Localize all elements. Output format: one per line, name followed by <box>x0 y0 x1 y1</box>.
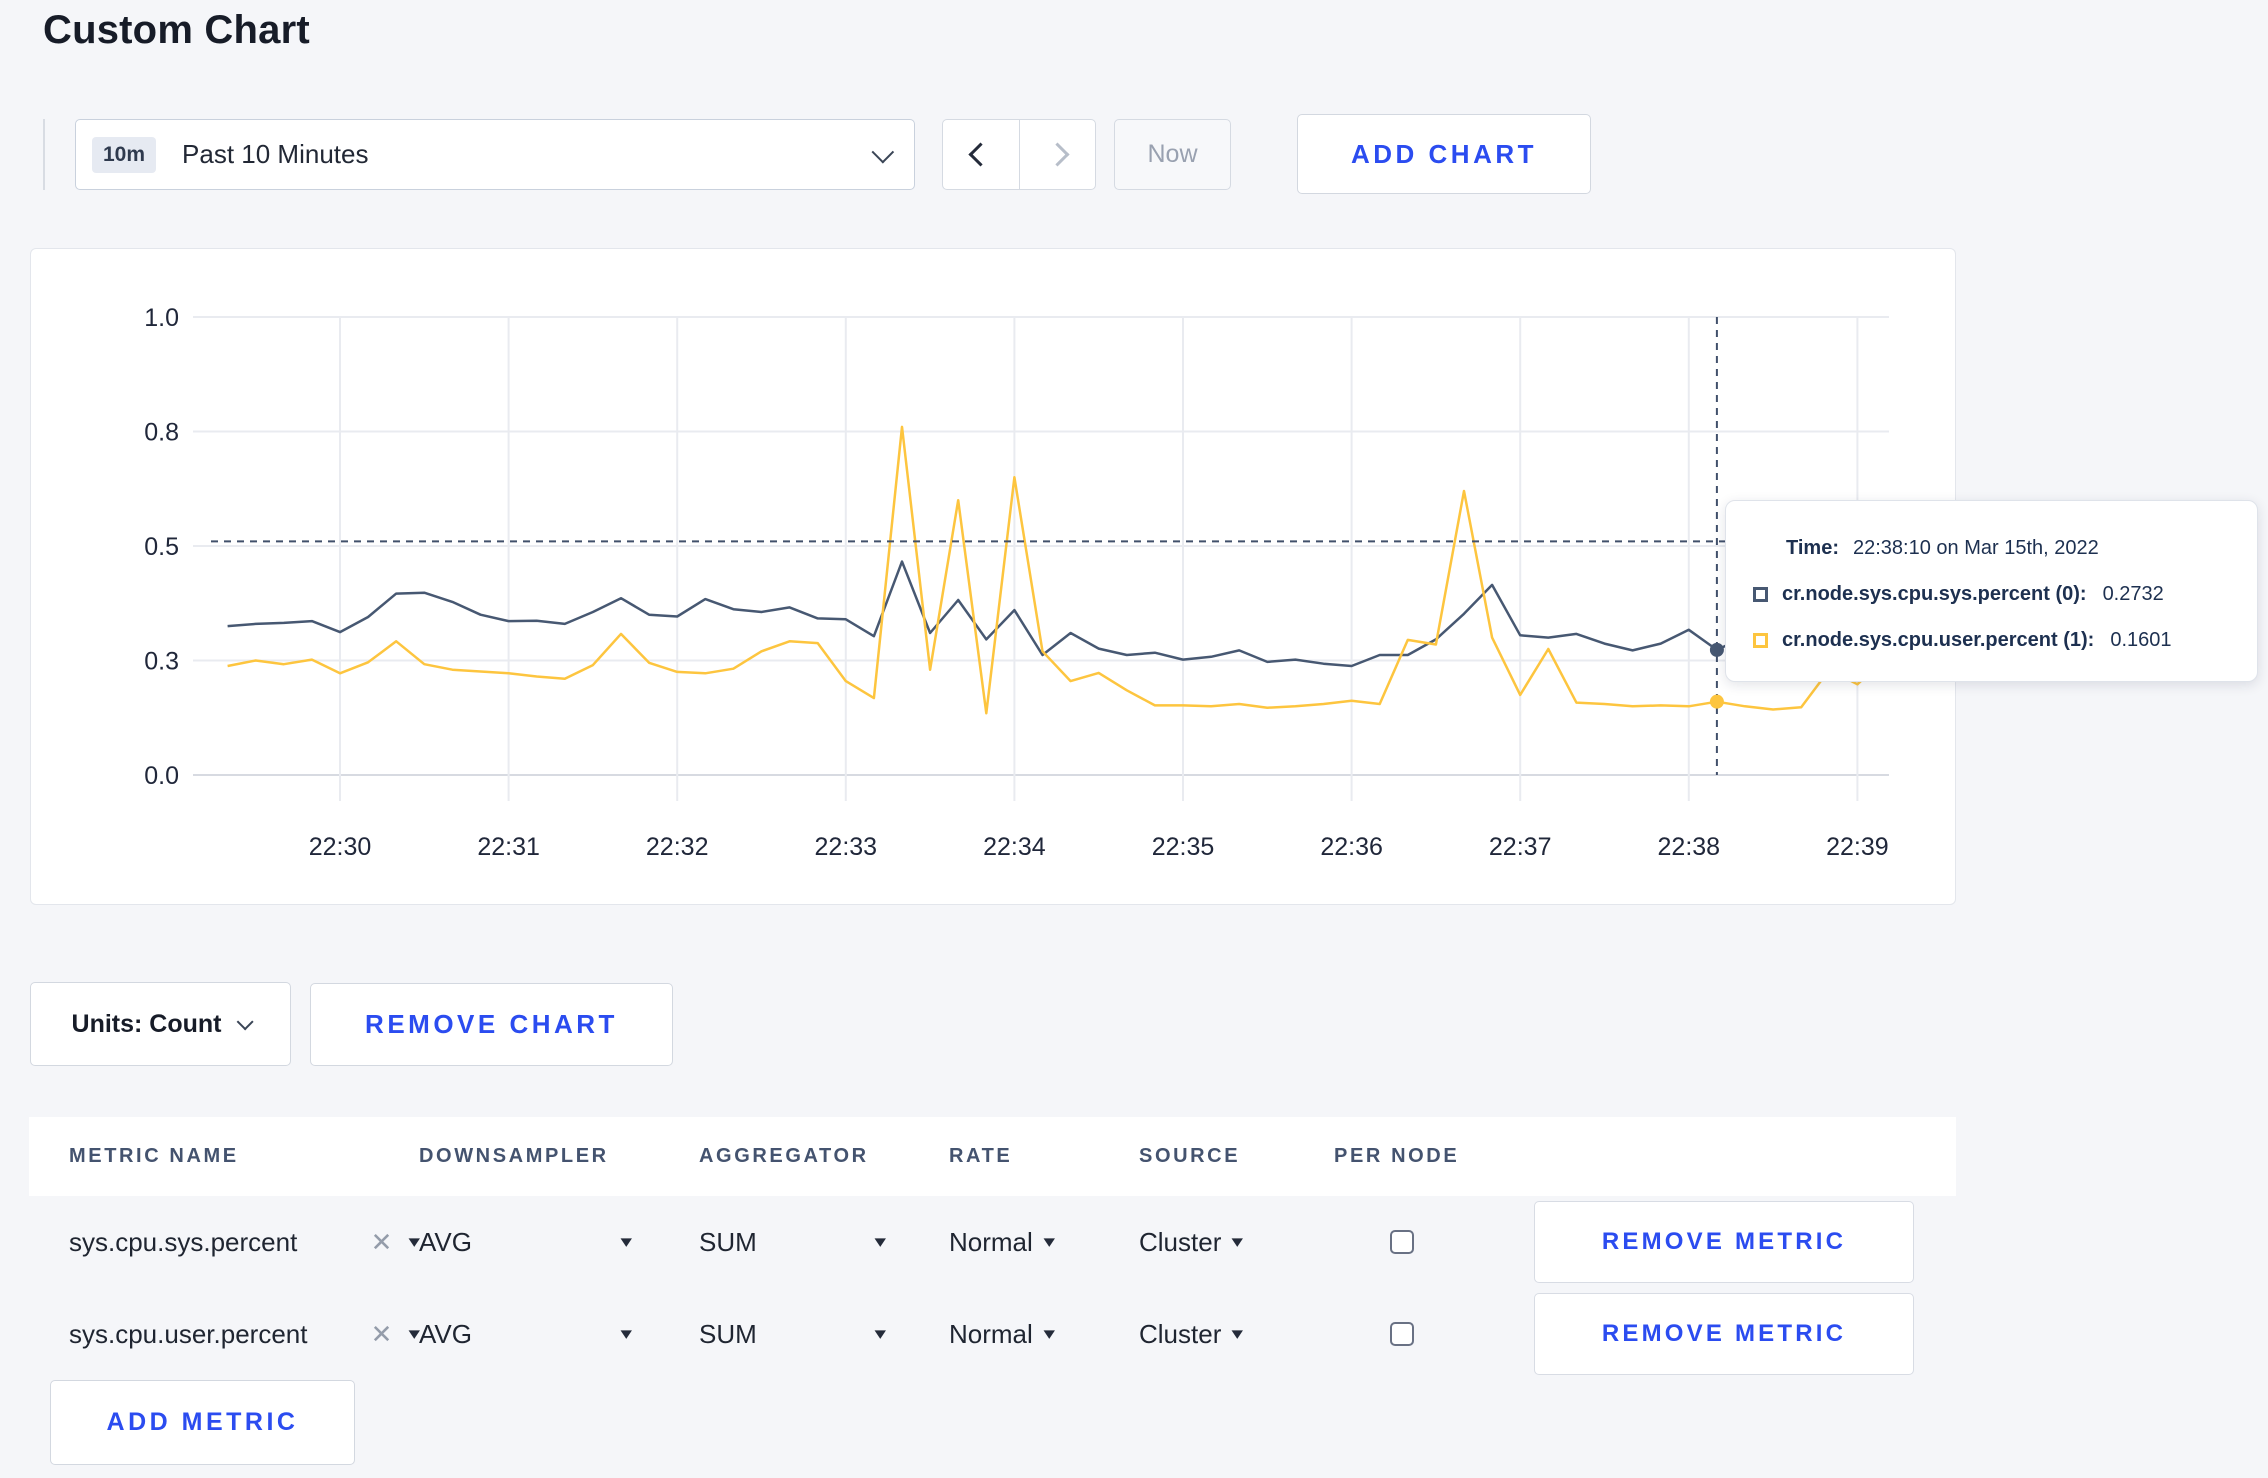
rate-select[interactable]: Normal ▾ <box>949 1318 1055 1350</box>
caret-down-icon: ▾ <box>1231 1232 1244 1251</box>
rate-value: Normal <box>949 1318 1033 1349</box>
svg-text:0.8: 0.8 <box>144 419 179 447</box>
per-node-checkbox[interactable] <box>1390 1230 1414 1254</box>
series-sys-legend-icon <box>1753 586 1768 602</box>
chevron-left-icon <box>968 142 993 167</box>
aggregator-select[interactable]: SUM ▾ <box>699 1226 887 1258</box>
metric-name-select[interactable]: sys.cpu.user.percent ✕ ▾ <box>69 1318 421 1350</box>
downsampler-select[interactable]: AVG ▾ <box>419 1226 633 1258</box>
add-metric-label: ADD METRIC <box>106 1408 299 1436</box>
table-row: sys.cpu.user.percent ✕ ▾ AVG ▾ SUM ▾ Nor… <box>29 1288 1956 1380</box>
metric-name-select[interactable]: sys.cpu.sys.percent ✕ ▾ <box>69 1226 421 1258</box>
source-value: Cluster <box>1139 1318 1222 1349</box>
metric-name-value: sys.cpu.sys.percent <box>69 1226 298 1257</box>
svg-text:22:38: 22:38 <box>1658 833 1721 861</box>
aggregator-value: SUM <box>699 1226 757 1257</box>
now-button[interactable]: Now <box>1114 119 1231 190</box>
caret-down-icon: ▾ <box>1043 1232 1055 1251</box>
time-nav-group <box>942 119 1096 190</box>
page-title: Custom Chart <box>43 8 310 52</box>
chart-canvas[interactable]: 0.0 0.3 0.5 0.8 1.0 22:30 22:31 22:32 22:33 22:34… <box>31 249 1955 904</box>
chart-card: 0.0 0.3 0.5 0.8 1.0 22:30 22:31 22:32 22:33 22:34… <box>30 248 1956 905</box>
downsampler-select[interactable]: AVG ▾ <box>419 1318 633 1350</box>
caret-down-icon: ▾ <box>620 1324 633 1343</box>
caret-down-icon: ▾ <box>874 1324 887 1343</box>
tooltip-series-label: cr.node.sys.cpu.sys.percent (0): <box>1782 582 2087 605</box>
chevron-right-icon <box>1045 142 1070 167</box>
now-button-label: Now <box>1147 140 1198 168</box>
tooltip-series-value: 0.1601 <box>2110 628 2172 651</box>
add-chart-button[interactable]: ADD CHART <box>1297 114 1591 194</box>
source-select[interactable]: Cluster ▾ <box>1139 1226 1244 1258</box>
add-chart-label: ADD CHART <box>1350 138 1538 169</box>
caret-down-icon: ▾ <box>1043 1324 1055 1343</box>
tooltip-series-label: cr.node.sys.cpu.user.percent (1): <box>1782 628 2095 651</box>
chevron-down-icon <box>871 140 895 163</box>
svg-text:0.3: 0.3 <box>144 648 179 676</box>
clear-metric-icon[interactable]: ✕ <box>371 1319 393 1350</box>
tooltip-time-row: Time: 22:38:10 on Mar 15th, 2022 <box>1753 525 2237 571</box>
svg-text:0.5: 0.5 <box>144 533 179 561</box>
header-per-node: PER NODE <box>1334 1145 1460 1167</box>
tooltip-series-row: cr.node.sys.cpu.user.percent (1): 0.1601 <box>1753 617 2237 663</box>
rate-value: Normal <box>949 1226 1033 1257</box>
svg-text:22:31: 22:31 <box>477 833 540 861</box>
remove-metric-label: REMOVE METRIC <box>1601 1320 1847 1347</box>
svg-text:22:34: 22:34 <box>983 833 1046 861</box>
remove-metric-button[interactable]: REMOVE METRIC <box>1534 1293 1914 1375</box>
remove-chart-button[interactable]: REMOVE CHART <box>310 983 673 1066</box>
tooltip-time-label: Time: <box>1786 536 1839 559</box>
svg-text:22:36: 22:36 <box>1320 833 1383 861</box>
aggregator-select[interactable]: SUM ▾ <box>699 1318 887 1350</box>
svg-text:22:37: 22:37 <box>1489 833 1552 861</box>
clear-metric-icon[interactable]: ✕ <box>371 1227 393 1258</box>
metric-name-value: sys.cpu.user.percent <box>69 1318 308 1349</box>
chevron-down-icon <box>237 1013 255 1031</box>
downsampler-value: AVG <box>419 1226 472 1257</box>
svg-text:1.0: 1.0 <box>144 304 179 332</box>
rate-select[interactable]: Normal ▾ <box>949 1226 1055 1258</box>
header-source: SOURCE <box>1139 1145 1241 1167</box>
header-downsampler: DOWNSAMPLER <box>419 1145 609 1167</box>
chart-hover-tooltip: Time: 22:38:10 on Mar 15th, 2022 cr.node… <box>1725 500 2258 682</box>
source-select[interactable]: Cluster ▾ <box>1139 1318 1244 1350</box>
header-rate: RATE <box>949 1145 1013 1167</box>
time-range-dropdown[interactable]: 10m Past 10 Minutes <box>75 119 915 190</box>
caret-down-icon: ▾ <box>1231 1324 1244 1343</box>
time-range-label: Past 10 Minutes <box>182 139 369 169</box>
header-metric-name: METRIC NAME <box>69 1145 239 1167</box>
tooltip-time-value: 22:38:10 on Mar 15th, 2022 <box>1852 536 2099 559</box>
source-value: Cluster <box>1139 1226 1222 1257</box>
time-back-button[interactable] <box>943 120 1019 189</box>
time-range-badge: 10m <box>92 136 157 173</box>
svg-text:22:35: 22:35 <box>1152 833 1215 861</box>
tooltip-series-row: cr.node.sys.cpu.sys.percent (0): 0.2732 <box>1753 571 2237 617</box>
time-forward-button[interactable] <box>1018 120 1096 189</box>
svg-text:0.0: 0.0 <box>144 762 179 790</box>
svg-text:22:33: 22:33 <box>815 833 878 861</box>
per-node-checkbox[interactable] <box>1390 1322 1414 1346</box>
svg-text:22:39: 22:39 <box>1826 833 1889 861</box>
units-label: Units: Count <box>71 1009 222 1038</box>
downsampler-value: AVG <box>419 1318 472 1349</box>
remove-chart-label: REMOVE CHART <box>365 1009 618 1039</box>
svg-text:22:30: 22:30 <box>309 833 372 861</box>
units-dropdown[interactable]: Units: Count <box>30 982 291 1066</box>
add-metric-button[interactable]: ADD METRIC <box>50 1380 355 1465</box>
caret-down-icon: ▾ <box>408 1232 421 1251</box>
metrics-table-header: METRIC NAME DOWNSAMPLER AGGREGATOR RATE … <box>29 1117 1956 1196</box>
aggregator-value: SUM <box>699 1318 757 1349</box>
series-user-legend-icon <box>1753 632 1768 648</box>
caret-down-icon: ▾ <box>620 1232 633 1251</box>
table-row: sys.cpu.sys.percent ✕ ▾ AVG ▾ SUM ▾ Norm… <box>29 1196 1956 1288</box>
svg-text:22:32: 22:32 <box>646 833 709 861</box>
tooltip-series-value: 0.2732 <box>2102 582 2164 605</box>
toolbar-divider <box>43 119 45 190</box>
remove-metric-label: REMOVE METRIC <box>1601 1228 1847 1255</box>
remove-metric-button[interactable]: REMOVE METRIC <box>1534 1201 1914 1283</box>
caret-down-icon: ▾ <box>874 1232 887 1251</box>
caret-down-icon: ▾ <box>408 1324 421 1343</box>
header-aggregator: AGGREGATOR <box>699 1145 869 1167</box>
